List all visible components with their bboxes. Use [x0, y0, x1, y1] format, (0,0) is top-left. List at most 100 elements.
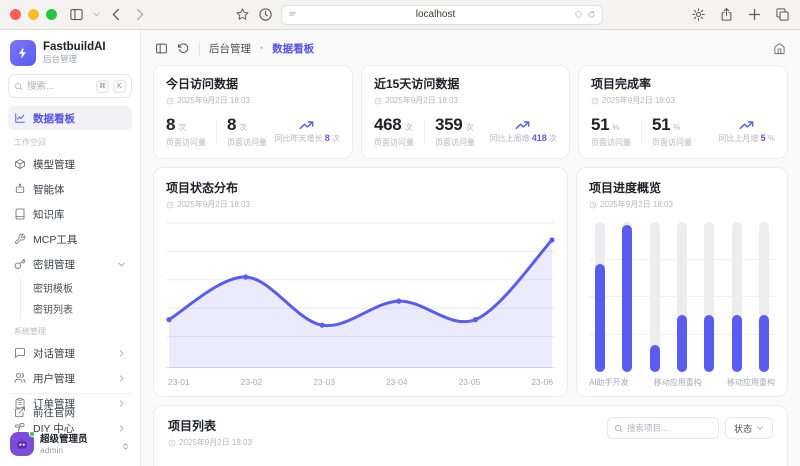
app-logo: FastbuildAI 后台管理	[8, 38, 132, 74]
sidebar-item-label: 对话管理	[33, 346, 110, 361]
browser-sidebar-toggle-icon[interactable]	[69, 7, 84, 22]
refresh-icon[interactable]	[177, 42, 190, 55]
sidebar-search-input[interactable]	[27, 81, 92, 92]
bar-track	[704, 222, 714, 372]
reload-icon[interactable]	[587, 10, 596, 19]
sidebar-item-dashboard[interactable]: 数据看板	[8, 106, 132, 130]
sidebar-item-chat[interactable]: 对话管理	[8, 341, 132, 365]
search-icon	[614, 424, 623, 433]
sidebar-subitem[interactable]: 密钥列表	[27, 298, 132, 319]
stat-value: 8	[227, 115, 236, 135]
bar-chart-title: 项目进度概览	[589, 179, 775, 196]
sidebar-item-wrench[interactable]: MCP工具	[8, 227, 132, 251]
collapse-sidebar-icon[interactable]	[155, 42, 168, 55]
stat-value: 359	[435, 115, 462, 135]
stat-card: 今日访问数据2025年9月2日 18:038次页面访问量8次页面访问量同比昨天增…	[153, 65, 353, 159]
trend-indicator: 同比上月增 5 %	[718, 119, 775, 144]
sidebar-section-label: 系统管理	[14, 326, 126, 337]
trend-unit: 次	[332, 134, 340, 143]
knowledge-icon	[14, 208, 26, 220]
line-chart-date: 2025年9月2日 18:03	[177, 199, 250, 210]
trend-value: 5	[761, 133, 766, 143]
bar	[622, 225, 632, 372]
sidebar-search[interactable]: ⌘ K	[8, 74, 132, 98]
breadcrumb-root[interactable]: 后台管理	[209, 41, 251, 56]
chrome-right-icons	[691, 7, 790, 22]
privacy-shield-icon	[574, 10, 583, 19]
trend-value: 418	[532, 133, 547, 143]
sidebar-item-agent[interactable]: 智能体	[8, 177, 132, 201]
sidebar-item-label: 知识库	[33, 207, 126, 222]
stat-label: 页面访问量	[374, 137, 414, 148]
user-name: 超级管理员	[40, 434, 88, 445]
trend-indicator: 同比昨天增长 8 次	[275, 119, 340, 144]
trending-up-icon	[299, 119, 315, 131]
sidebar-item-knowledge[interactable]: 知识库	[8, 202, 132, 226]
reader-icon[interactable]	[288, 10, 297, 19]
back-icon[interactable]	[109, 7, 124, 22]
clock-icon	[591, 97, 599, 105]
chevrons-updown-icon	[121, 439, 130, 450]
tab-overview-icon[interactable]	[775, 7, 790, 22]
minimize-window-button[interactable]	[28, 9, 39, 20]
bar-chart-labels: AI助手开发移动应用重构移动应用重构	[589, 377, 775, 388]
kbd-cmd: ⌘	[96, 80, 109, 93]
zoom-window-button[interactable]	[46, 9, 57, 20]
bar-category-label: 移动应用重构	[654, 377, 702, 388]
chevron-right-icon	[117, 349, 126, 358]
charts-row: 项目状态分布 2025年9月2日 18:03 23-0123-0223-0323…	[153, 167, 788, 397]
sidebar-item-key[interactable]: 密钥管理	[8, 252, 132, 276]
bar-chart	[589, 222, 775, 372]
stat-label: 页面访问量	[435, 137, 475, 148]
stat-unit: 次	[178, 122, 186, 133]
bar	[759, 315, 769, 372]
chat-icon	[14, 347, 26, 359]
trend-text: 同比上周增 418 次	[490, 133, 558, 144]
stat-card-title: 今日访问数据	[166, 75, 340, 92]
trend-indicator: 同比上周增 418 次	[490, 119, 558, 144]
stat-unit: 次	[239, 122, 247, 133]
settings-gear-icon[interactable]	[691, 7, 706, 22]
sidebar-menu: 数据看板工作空间模型管理智能体知识库 MCP工具密钥管理密钥模板密钥列表系统管理对…	[8, 106, 132, 393]
app-subtitle: 后台管理	[43, 54, 106, 65]
sidebar-item-users[interactable]: 用户管理	[8, 366, 132, 390]
model-icon	[14, 158, 26, 170]
clock-icon	[166, 97, 174, 105]
home-icon[interactable]	[773, 42, 786, 55]
close-window-button[interactable]	[10, 9, 21, 20]
stat-card-date-row: 2025年9月2日 18:03	[374, 95, 557, 106]
bar-chart-card: 项目进度概览 2025年9月2日 18:03 AI助手开发移动应用重构移动应用重…	[576, 167, 788, 397]
user-menu[interactable]: 超级管理员 admin	[8, 430, 132, 458]
sidebar-item-model[interactable]: 模型管理	[8, 152, 132, 176]
bookmark-star-icon[interactable]	[235, 7, 250, 22]
stat-card: 项目完成率2025年9月2日 18:0351%页面访问量51%页面访问量同比上月…	[578, 65, 788, 159]
stats-row: 8次页面访问量8次页面访问量同比昨天增长 8 次	[166, 115, 340, 148]
project-search[interactable]	[607, 417, 719, 439]
share-icon[interactable]	[719, 7, 734, 22]
bar-track	[677, 222, 687, 372]
project-search-input[interactable]	[627, 423, 712, 433]
stat-block: 8次页面访问量	[227, 115, 267, 148]
bar-category-label: 移动应用重构	[727, 377, 775, 388]
kbd-k: K	[113, 80, 126, 93]
history-clock-icon[interactable]	[258, 7, 273, 22]
trending-up-icon	[739, 119, 755, 131]
sidebar-item-official-site[interactable]: 前往官网	[8, 400, 132, 424]
sidebar-subitem[interactable]: 密钥模板	[27, 277, 132, 298]
status-filter-select[interactable]: 状态	[725, 417, 773, 439]
bar-track	[595, 222, 605, 372]
chevron-down-icon[interactable]	[92, 10, 101, 19]
address-bar[interactable]: localhost	[281, 5, 603, 25]
online-status-dot	[29, 431, 35, 437]
sidebar-footer: 前往官网 超级管理员 admin	[8, 393, 132, 458]
x-tick-label: 23-01	[168, 377, 190, 387]
new-tab-icon[interactable]	[747, 7, 762, 22]
sidebar-item-label: MCP工具	[33, 232, 126, 247]
browser-chrome: localhost	[0, 0, 800, 30]
chevron-down-icon	[117, 260, 126, 269]
sidebar-section-label: 工作空间	[14, 137, 126, 148]
logo-bolt-icon	[10, 40, 36, 66]
x-tick-label: 23-04	[386, 377, 408, 387]
line-chart-title: 项目状态分布	[166, 179, 555, 196]
forward-icon[interactable]	[132, 7, 147, 22]
